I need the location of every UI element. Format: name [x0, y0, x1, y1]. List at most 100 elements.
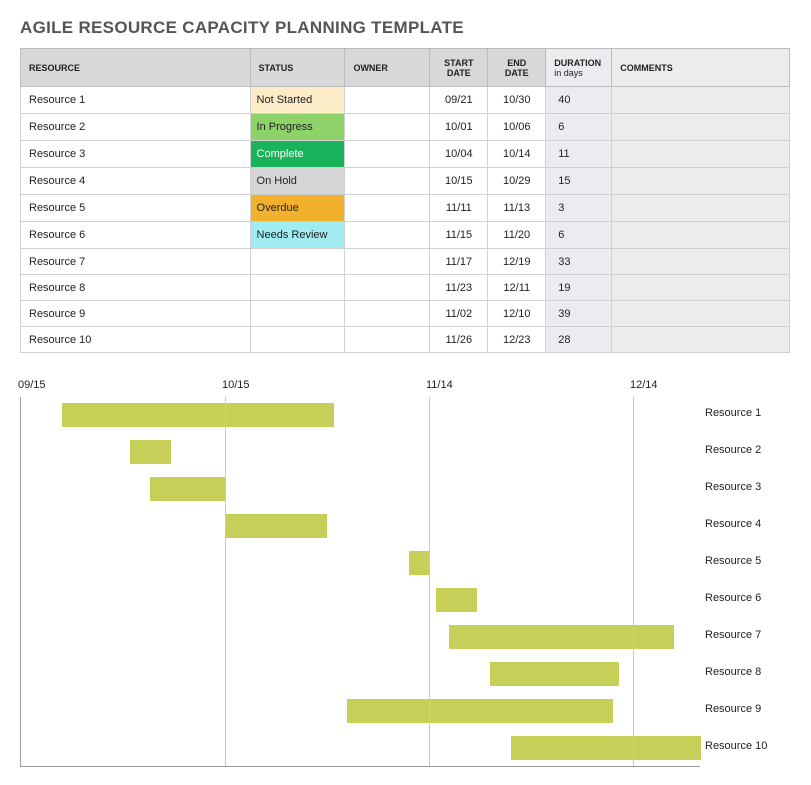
cell-resource[interactable]: Resource 1 — [21, 87, 251, 114]
gantt-chart: 09/15 10/15 11/14 12/14 Resource 1Resource … — [20, 379, 790, 767]
cell-status[interactable]: Overdue — [250, 195, 345, 222]
gantt-axis: 09/15 10/15 11/14 12/14 — [20, 379, 700, 397]
cell-status[interactable]: Not Started — [250, 87, 345, 114]
cell-status[interactable]: On Hold — [250, 168, 345, 195]
gantt-bar[interactable] — [150, 477, 225, 501]
gantt-row: Resource 8 — [21, 656, 700, 693]
cell-comments[interactable] — [612, 168, 790, 195]
table-row: Resource 1011/2612/2328 — [21, 327, 790, 353]
cell-resource[interactable]: Resource 2 — [21, 114, 251, 141]
cell-end-date[interactable]: 12/23 — [488, 327, 546, 353]
cell-resource[interactable]: Resource 7 — [21, 249, 251, 275]
gantt-bar[interactable] — [511, 736, 701, 760]
cell-end-date[interactable]: 10/14 — [488, 141, 546, 168]
gantt-row-label: Resource 2 — [705, 444, 709, 456]
gantt-tick-label: 11/14 — [426, 379, 453, 391]
cell-status[interactable] — [250, 275, 345, 301]
cell-status[interactable]: In Progress — [250, 114, 345, 141]
cell-resource[interactable]: Resource 8 — [21, 275, 251, 301]
col-comments: COMMENTS — [612, 49, 790, 87]
cell-comments[interactable] — [612, 275, 790, 301]
gantt-bar[interactable] — [436, 588, 477, 612]
cell-owner[interactable] — [345, 301, 430, 327]
cell-end-date[interactable]: 11/20 — [488, 222, 546, 249]
cell-owner[interactable] — [345, 275, 430, 301]
cell-owner[interactable] — [345, 327, 430, 353]
cell-duration: 39 — [546, 301, 612, 327]
cell-owner[interactable] — [345, 87, 430, 114]
gantt-bar[interactable] — [449, 625, 673, 649]
col-duration-sub: in days — [554, 68, 603, 78]
gantt-body: Resource 1Resource 2Resource 3Resource 4… — [20, 397, 700, 767]
col-start: START DATE — [430, 49, 488, 87]
cell-resource[interactable]: Resource 4 — [21, 168, 251, 195]
cell-comments[interactable] — [612, 87, 790, 114]
table-header-row: RESOURCE STATUS OWNER START DATE END DAT… — [21, 49, 790, 87]
status-pill: Needs Review — [251, 222, 345, 248]
cell-comments[interactable] — [612, 222, 790, 249]
gantt-row-label: Resource 4 — [705, 518, 709, 530]
gantt-bar[interactable] — [490, 662, 619, 686]
cell-comments[interactable] — [612, 195, 790, 222]
cell-duration: 33 — [546, 249, 612, 275]
cell-end-date[interactable]: 12/10 — [488, 301, 546, 327]
cell-comments[interactable] — [612, 114, 790, 141]
cell-end-date[interactable]: 12/11 — [488, 275, 546, 301]
cell-resource[interactable]: Resource 10 — [21, 327, 251, 353]
cell-resource[interactable]: Resource 6 — [21, 222, 251, 249]
cell-end-date[interactable]: 10/29 — [488, 168, 546, 195]
cell-duration: 6 — [546, 114, 612, 141]
col-resource: RESOURCE — [21, 49, 251, 87]
cell-start-date[interactable]: 10/15 — [430, 168, 488, 195]
cell-comments[interactable] — [612, 249, 790, 275]
cell-owner[interactable] — [345, 249, 430, 275]
status-pill: In Progress — [251, 114, 345, 140]
gantt-tick-label: 12/14 — [630, 379, 658, 391]
cell-owner[interactable] — [345, 222, 430, 249]
gantt-bar[interactable] — [409, 551, 429, 575]
cell-status[interactable]: Needs Review — [250, 222, 345, 249]
cell-start-date[interactable]: 10/01 — [430, 114, 488, 141]
cell-owner[interactable] — [345, 195, 430, 222]
cell-resource[interactable]: Resource 3 — [21, 141, 251, 168]
gantt-bar[interactable] — [130, 440, 171, 464]
gantt-row-label: Resource 8 — [705, 666, 709, 678]
cell-duration: 6 — [546, 222, 612, 249]
gantt-bar[interactable] — [225, 514, 327, 538]
cell-comments[interactable] — [612, 141, 790, 168]
cell-start-date[interactable]: 11/02 — [430, 301, 488, 327]
cell-end-date[interactable]: 11/13 — [488, 195, 546, 222]
cell-resource[interactable]: Resource 9 — [21, 301, 251, 327]
table-row: Resource 6Needs Review 11/1511/206 — [21, 222, 790, 249]
cell-start-date[interactable]: 10/04 — [430, 141, 488, 168]
cell-owner[interactable] — [345, 114, 430, 141]
cell-owner[interactable] — [345, 168, 430, 195]
cell-resource[interactable]: Resource 5 — [21, 195, 251, 222]
cell-status[interactable] — [250, 327, 345, 353]
cell-owner[interactable] — [345, 141, 430, 168]
cell-status[interactable]: Complete — [250, 141, 345, 168]
cell-end-date[interactable]: 10/06 — [488, 114, 546, 141]
cell-status[interactable] — [250, 249, 345, 275]
cell-start-date[interactable]: 11/26 — [430, 327, 488, 353]
cell-start-date[interactable]: 11/23 — [430, 275, 488, 301]
status-pill: Complete — [251, 141, 345, 167]
gantt-row: Resource 5 — [21, 545, 700, 582]
cell-comments[interactable] — [612, 301, 790, 327]
cell-start-date[interactable]: 11/15 — [430, 222, 488, 249]
cell-end-date[interactable]: 10/30 — [488, 87, 546, 114]
cell-start-date[interactable]: 11/11 — [430, 195, 488, 222]
gantt-bar[interactable] — [62, 403, 334, 427]
gantt-tick-label: 10/15 — [222, 379, 250, 391]
col-status: STATUS — [250, 49, 345, 87]
col-end: END DATE — [488, 49, 546, 87]
cell-end-date[interactable]: 12/19 — [488, 249, 546, 275]
cell-status[interactable] — [250, 301, 345, 327]
gantt-tick-label: 09/15 — [18, 379, 46, 391]
cell-comments[interactable] — [612, 327, 790, 353]
cell-start-date[interactable]: 09/21 — [430, 87, 488, 114]
cell-start-date[interactable]: 11/17 — [430, 249, 488, 275]
gantt-bar[interactable] — [347, 699, 612, 723]
table-row: Resource 811/2312/1119 — [21, 275, 790, 301]
table-row: Resource 7 11/1712/1933 — [21, 249, 790, 275]
